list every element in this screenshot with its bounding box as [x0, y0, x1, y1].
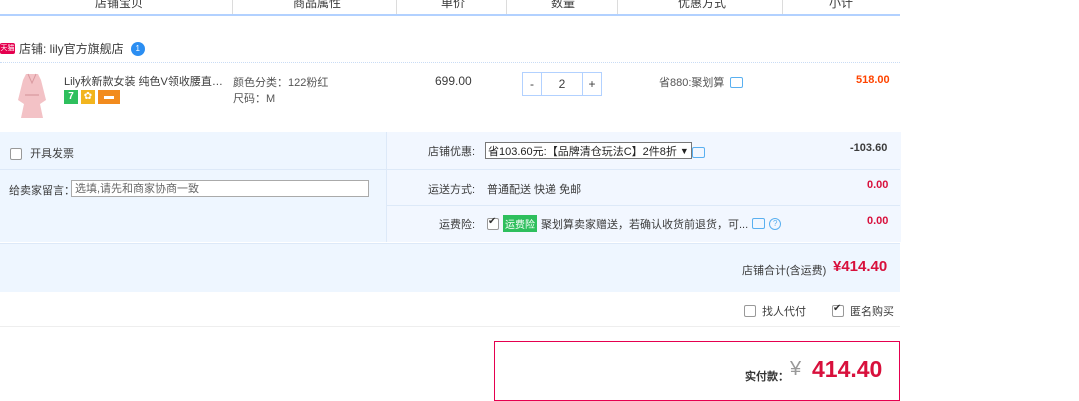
product-thumbnail[interactable] [13, 70, 51, 120]
col-header-discount: 优惠方式 [678, 0, 727, 10]
shipping-label: 运送方式: [428, 184, 476, 196]
promo-comment-icon[interactable] [730, 76, 744, 88]
col-header-item: 店铺宝贝 [95, 0, 144, 10]
dropdown-arrow-icon: ▼ [679, 145, 689, 156]
attr-color: 颜色分类：122粉红 [233, 77, 329, 89]
col-separator [232, 0, 233, 14]
col-separator [396, 0, 397, 14]
insurance-option: 运费险 聚划算卖家赠送，若确认收货前退货，可... ? [487, 215, 782, 232]
insurance-checkbox[interactable] [487, 216, 499, 230]
message-label: 给卖家留言： [9, 185, 75, 197]
discount-comment-icon[interactable] [692, 147, 705, 158]
shop-total-value: ¥414.40 [833, 258, 888, 275]
col-separator [782, 0, 783, 14]
quantity-stepper: - 2 + [522, 72, 602, 96]
seven-day-return-icon[interactable]: 7 [64, 90, 78, 104]
insurance-badge: 运费险 [503, 215, 537, 232]
divider [0, 169, 900, 170]
column-header-bar: 店铺宝贝 商品属性 单价 数量 优惠方式 小计 [0, 0, 900, 16]
shop-discount-selected: 省103.60元:【品牌清仓玩法C】2件8折 [488, 145, 677, 158]
quality-icon[interactable]: ✿ [81, 90, 95, 104]
service-badges: 7 ✿ ▬ [64, 90, 120, 104]
actual-payment-value: 414.40 [812, 356, 883, 382]
shop-line: 天猫 店铺: lily官方旗舰店 1 [0, 40, 145, 57]
divider [0, 326, 900, 327]
unit-price: 699.00 [435, 74, 472, 88]
wangwang-chat-icon[interactable]: 1 [130, 41, 145, 56]
divider [386, 205, 900, 206]
shop-name-link[interactable]: 店铺: lily官方旗舰店 [19, 40, 124, 57]
tmall-badge: 天猫 [0, 43, 15, 54]
col-separator [506, 0, 507, 14]
shop-total-label: 店铺合计(含运费) [742, 265, 827, 277]
promo-info: 省880:聚划算 [659, 74, 744, 90]
col-header-price: 单价 [441, 0, 466, 10]
qty-decrease-button[interactable]: - [523, 73, 541, 95]
divider [0, 62, 900, 63]
shipping-amount: 0.00 [867, 179, 889, 191]
col-header-quantity: 数量 [551, 0, 576, 10]
insurance-text: 聚划算卖家赠送，若确认收货前退货，可... [541, 218, 749, 231]
proxy-pay-label: 找人代付 [762, 306, 806, 318]
actual-payment-label: 实付款： [745, 371, 789, 383]
insurance-amount: 0.00 [867, 215, 889, 227]
credit-card-icon[interactable]: ▬ [98, 90, 120, 104]
invoice-label: 开具发票 [30, 148, 75, 160]
currency-symbol: ¥ [790, 358, 802, 380]
proxy-pay-checkbox[interactable] [744, 305, 756, 317]
anonymous-label: 匿名购买 [850, 306, 894, 318]
insurance-label: 运费险: [439, 219, 476, 231]
help-icon[interactable]: ? [769, 217, 782, 230]
shop-discount-amount: -103.60 [850, 142, 888, 154]
qty-input[interactable]: 2 [541, 73, 583, 95]
shipping-method: 普通配送 快递 免邮 [487, 184, 582, 196]
item-subtotal: 518.00 [856, 74, 890, 86]
insurance-comment-icon[interactable] [752, 218, 766, 229]
col-separator [617, 0, 618, 14]
proxy-pay-option[interactable]: 找人代付 [744, 303, 806, 319]
promo-text: 省880:聚划算 [659, 77, 725, 89]
col-header-attrs: 商品属性 [293, 0, 342, 10]
qty-increase-button[interactable]: + [583, 73, 601, 95]
seller-message-input[interactable]: 选填,请先和商家协商一致 [71, 180, 369, 197]
product-title-link[interactable]: Lily秋新款女装 纯色V领收腰直筒... [64, 73, 226, 89]
anonymous-checkbox[interactable] [832, 303, 844, 317]
shop-discount-label: 店铺优惠: [428, 146, 476, 158]
anonymous-option[interactable]: 匿名购买 [832, 303, 894, 319]
shop-discount-select[interactable]: 省103.60元:【品牌清仓玩法C】2件8折 ▼ [485, 142, 692, 159]
invoice-option[interactable]: 开具发票 [10, 145, 74, 161]
col-header-subtotal: 小计 [829, 0, 854, 10]
attr-size: 尺码：M [233, 93, 276, 105]
invoice-checkbox[interactable] [10, 148, 22, 161]
